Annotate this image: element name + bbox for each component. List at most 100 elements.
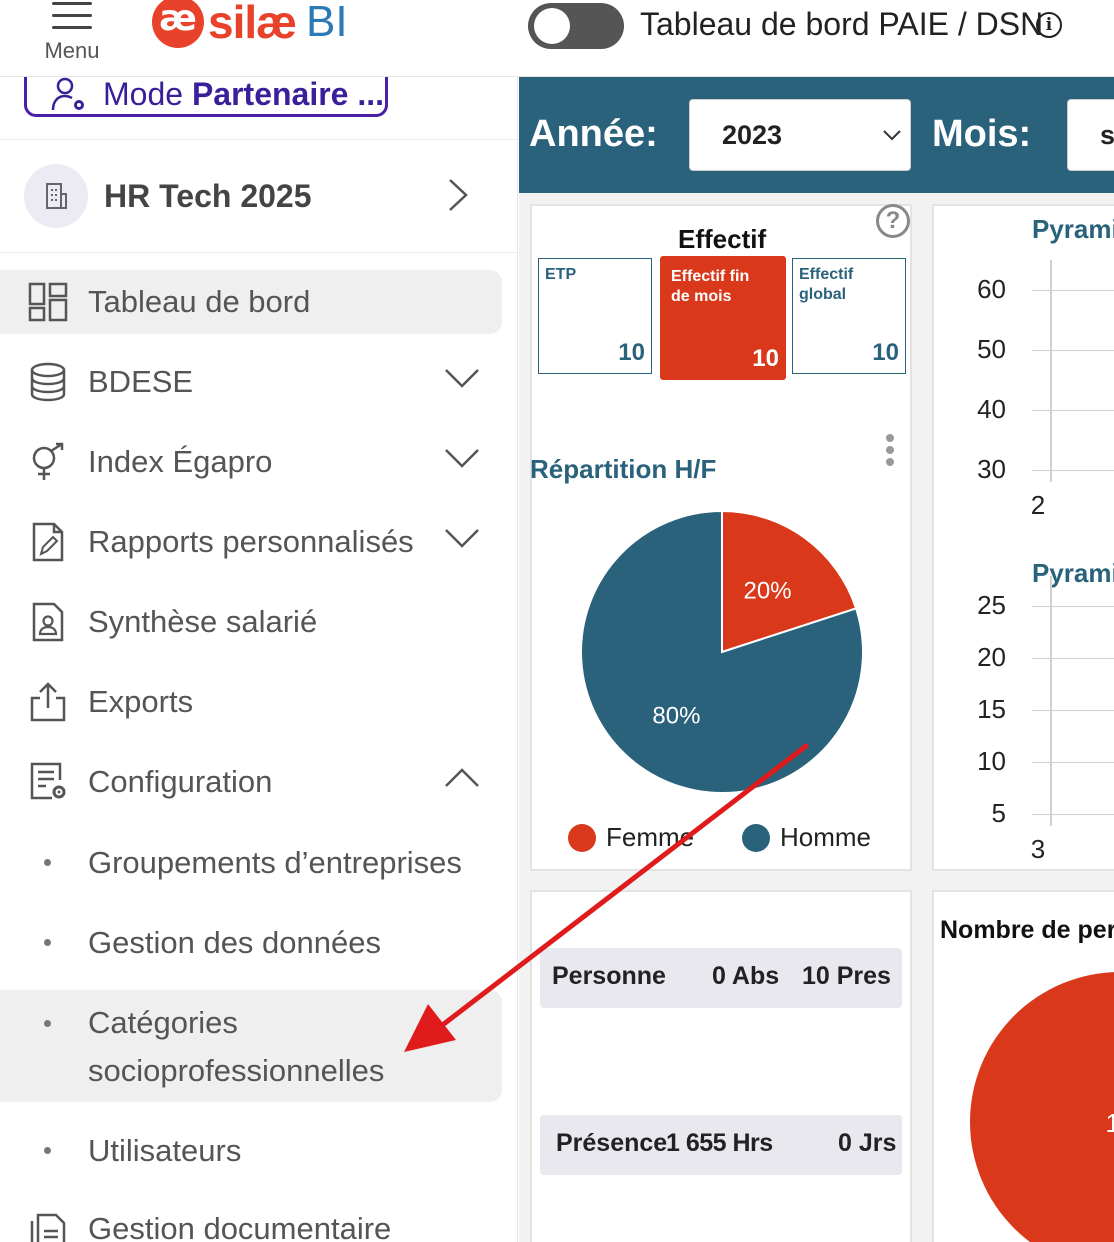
sidebar-item-index-egapro[interactable]: Index Égapro (0, 430, 502, 494)
legend-homme[interactable]: Homme (742, 822, 871, 853)
company-name: HR Tech 2025 (104, 177, 312, 214)
legend-swatch (568, 823, 596, 852)
pyramid-title-1: Pyrami (1032, 214, 1114, 244)
bullet (44, 859, 51, 866)
axis-line (1050, 576, 1052, 826)
kpi-value: 10 (872, 339, 899, 366)
brand-suffix: BI (306, 0, 348, 46)
chevron-down-icon (883, 130, 901, 141)
month-label: Mois: (932, 113, 1032, 155)
x-tick-label: 2 (1030, 490, 1046, 520)
mode-toggle[interactable] (528, 3, 624, 49)
y-tick-label: 25 (977, 590, 1006, 620)
legend-femme[interactable]: Femme (568, 822, 694, 853)
row-days: 0 Jrs (838, 1129, 897, 1157)
effectif-title: Effectif (678, 224, 767, 254)
menu-button[interactable]: Menu (36, 0, 108, 70)
gender-icon (32, 442, 64, 480)
toggle-knob (534, 8, 570, 44)
sidebar-item-gestion-documentaire[interactable]: Gestion documentaire (0, 1197, 502, 1242)
sidebar-item-label: Index Égapro (88, 444, 273, 479)
pie-label: 20% (744, 577, 792, 604)
y-tick-label: 30 (977, 454, 1006, 484)
y-tick-label: 15 (977, 694, 1006, 724)
sidebar-item-exports[interactable]: Exports (0, 670, 502, 734)
sidebar-item-label: Configuration (88, 764, 273, 799)
info-icon[interactable]: i (1036, 12, 1062, 38)
kpi-effectif-global[interactable]: Effectif global 10 (792, 258, 906, 374)
row-hours: 1 655 Hrs (666, 1129, 773, 1157)
pie-label: 10 (1106, 1108, 1114, 1138)
y-tick-label: 5 (991, 798, 1006, 828)
legend-label: Femme (606, 822, 695, 852)
bullet (44, 939, 51, 946)
month-select[interactable]: se (1067, 99, 1114, 171)
hamburger-icon (52, 2, 92, 38)
sub-item-label: Catégories socioprofessionnelles (88, 1005, 385, 1088)
user-settings-icon (51, 77, 84, 111)
sidebar-item-rapports-personnalises[interactable]: Rapports personnalisés (0, 510, 502, 574)
chevron-down-icon[interactable] (444, 366, 480, 390)
company-selector[interactable]: HR Tech 2025 (24, 163, 494, 229)
sidebar-item-tableau-de-bord[interactable]: Tableau de bord (0, 270, 502, 334)
grid-line (1032, 290, 1114, 291)
gender-pie-chart: 20% 80% (580, 509, 864, 794)
year-label: Année: (529, 113, 658, 155)
repartition-title: Répartition H/F (530, 454, 717, 484)
partner-mode-label: Mode Partenaire ... (103, 77, 385, 112)
chevron-down-icon[interactable] (444, 446, 480, 470)
y-tick-label: 20 (977, 642, 1006, 672)
pie-slice[interactable] (970, 972, 1114, 1242)
kpi-value: 10 (618, 339, 645, 366)
brand-logo[interactable]: silæ BI (152, 0, 348, 52)
kpi-effectif-fin-de-mois[interactable]: Effectif fin de mois 10 (660, 256, 786, 380)
main-content: Année: 2023 Mois: se ? Effectif ETP 10 E… (519, 77, 1114, 1242)
bullet (44, 1020, 51, 1027)
more-options-icon[interactable] (886, 434, 896, 470)
sub-item-label: Utilisateurs (88, 1133, 242, 1168)
y-tick-label: 10 (977, 746, 1006, 776)
presence-card: Personne 0 Abs 10 Pres Présence 1 655 Hr… (530, 890, 912, 1242)
sidebar-item-label: Tableau de bord (88, 284, 311, 319)
grid-line (1032, 658, 1114, 659)
sidebar-item-label: Gestion documentaire (88, 1211, 392, 1242)
app-root: Menu silæ BI Tableau de bord PAIE / DSN … (0, 0, 1114, 1242)
document-icon (30, 1213, 66, 1242)
sub-item-categories-socioprofessionnelles[interactable]: Catégories socioprofessionnelles (0, 990, 502, 1102)
kpi-label: Effectif fin de mois (671, 268, 750, 305)
pyramid-card: Pyrami 30 40 50 60 2 Pyrami 5 10 15 20 25 3 (932, 204, 1114, 871)
grid-line (1032, 410, 1114, 411)
sidebar-item-synthese-salarie[interactable]: Synthèse salarié (0, 590, 502, 654)
chevron-up-icon[interactable] (444, 766, 480, 790)
sidebar-item-bdese[interactable]: BDESE (0, 350, 502, 414)
legend-swatch (742, 823, 770, 852)
sidebar-item-label: BDESE (88, 364, 194, 399)
pyramid-title-2: Pyrami (1032, 558, 1114, 588)
count-card: Nombre de per 10 (932, 890, 1114, 1242)
grid-line (1032, 814, 1114, 815)
kpi-etp[interactable]: ETP 10 (538, 258, 652, 374)
employee-file-icon (32, 602, 64, 642)
sidebar: Mode Partenaire ... HR Tech 2025 Tableau… (0, 77, 518, 1242)
sidebar-item-configuration[interactable]: Configuration (0, 750, 502, 814)
y-tick-label: 60 (977, 274, 1006, 304)
sidebar-item-label: Synthèse salarié (88, 604, 318, 639)
pie-label: 80% (652, 703, 700, 730)
logo-mark-icon (152, 0, 204, 48)
presence-row-presence: Présence 1 655 Hrs 0 Jrs (540, 1115, 902, 1175)
legend-label: Homme (780, 822, 872, 852)
building-icon (24, 164, 88, 228)
chevron-down-icon[interactable] (444, 526, 480, 550)
grid-line (1032, 710, 1114, 711)
sub-item-utilisateurs[interactable]: Utilisateurs (0, 1125, 502, 1177)
brand-word: silæ (208, 0, 297, 48)
filter-bar: Année: 2023 Mois: se (519, 77, 1114, 193)
year-select[interactable]: 2023 (689, 99, 911, 171)
partner-mode-button[interactable]: Mode Partenaire ... (24, 77, 388, 117)
sub-item-gestion-donnees[interactable]: Gestion des données (0, 917, 502, 969)
sub-item-groupements[interactable]: Groupements d’entreprises (0, 837, 502, 889)
kpi-label: ETP (545, 266, 577, 283)
sidebar-item-label: Exports (88, 684, 194, 719)
axis-line (1050, 260, 1052, 482)
help-icon[interactable]: ? (876, 204, 910, 238)
